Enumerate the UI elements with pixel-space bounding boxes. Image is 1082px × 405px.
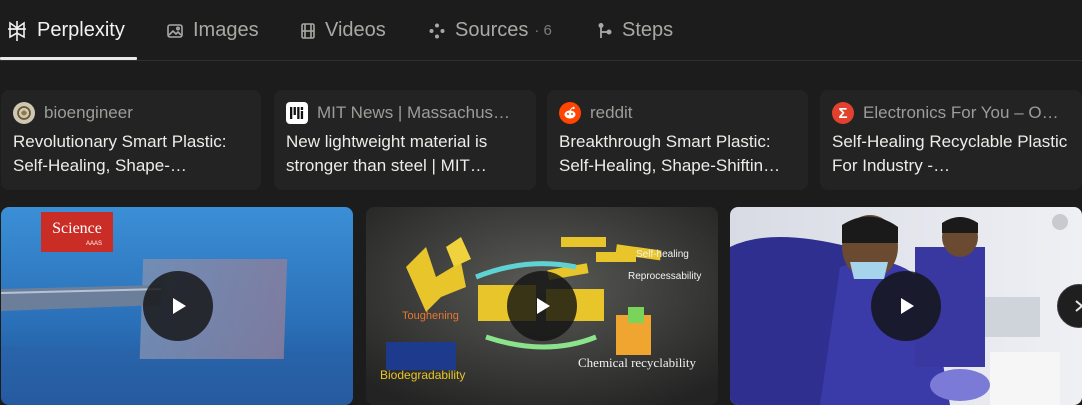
film-icon: [300, 22, 316, 40]
play-icon: [537, 298, 550, 314]
steps-icon: [597, 22, 613, 40]
label-chemical-recyclability: Chemical recyclability: [578, 355, 697, 370]
sigma-favicon-icon: Σ: [832, 102, 854, 124]
mit-favicon-icon: [286, 102, 308, 124]
source-name: MIT News | Massachus…: [317, 103, 511, 122]
source-title: Self-Healing Recyclable Plastic For Indu…: [832, 132, 1068, 175]
tab-videos[interactable]: Videos: [300, 0, 386, 61]
tab-label: Steps: [622, 19, 674, 41]
reddit-favicon-icon: [559, 102, 581, 124]
label-toughening: Toughening: [402, 310, 459, 322]
active-tab-indicator: [0, 57, 137, 60]
label-reprocessability: Reprocessability: [628, 271, 701, 282]
source-title: Revolutionary Smart Plastic: Self-Healin…: [13, 132, 227, 175]
source-name: bioengineer: [44, 103, 133, 122]
source-card-reddit[interactable]: reddit Breakthrough Smart Plastic: Self-…: [547, 90, 808, 190]
perplexity-logo-icon: [6, 20, 28, 42]
bioengineer-favicon-icon: [13, 102, 35, 124]
sources-icon: [428, 22, 446, 40]
source-card-mit-news[interactable]: MIT News | Massachus… New lightweight ma…: [274, 90, 536, 190]
tab-bar: Perplexity Images Videos Sources · 6 Ste…: [0, 0, 1082, 61]
tab-label: Images: [193, 19, 259, 41]
chevron-right-icon: [1075, 300, 1082, 312]
label-self-healing: Self-healing: [636, 249, 689, 260]
image-icon: [166, 22, 184, 40]
play-icon: [901, 298, 914, 314]
source-name: Electronics For You – O…: [863, 103, 1059, 122]
video-thumbnail-diagram[interactable]: Toughening Self-healing Reprocessability…: [366, 207, 718, 405]
tab-label: Sources: [455, 19, 529, 41]
play-icon: [173, 298, 186, 314]
source-title: Breakthrough Smart Plastic: Self-Healing…: [559, 132, 781, 175]
source-count: · 6: [534, 22, 552, 39]
source-card-bioengineer[interactable]: bioengineer Revolutionary Smart Plastic:…: [1, 90, 261, 190]
tab-perplexity[interactable]: Perplexity: [6, 0, 125, 61]
science-logo-sub: AAAS: [86, 241, 102, 247]
tab-sources[interactable]: Sources · 6: [428, 0, 552, 61]
source-title: New lightweight material is stronger tha…: [286, 132, 488, 175]
source-name: reddit: [590, 103, 633, 122]
play-button[interactable]: [507, 271, 577, 341]
science-logo-text: Science: [52, 220, 102, 237]
label-biodegradability: Biodegradability: [380, 368, 465, 382]
video-thumbnail-science[interactable]: Science AAAS: [1, 207, 353, 405]
source-card-electronics-for-you[interactable]: Σ Electronics For You – O… Self-Healing …: [820, 90, 1082, 190]
tab-steps[interactable]: Steps: [597, 0, 673, 61]
tab-label: Videos: [325, 19, 386, 41]
tab-label: Perplexity: [37, 19, 125, 41]
play-button[interactable]: [143, 271, 213, 341]
tab-images[interactable]: Images: [166, 0, 259, 61]
video-thumbnail-lab[interactable]: [730, 207, 1082, 405]
play-button[interactable]: [871, 271, 941, 341]
